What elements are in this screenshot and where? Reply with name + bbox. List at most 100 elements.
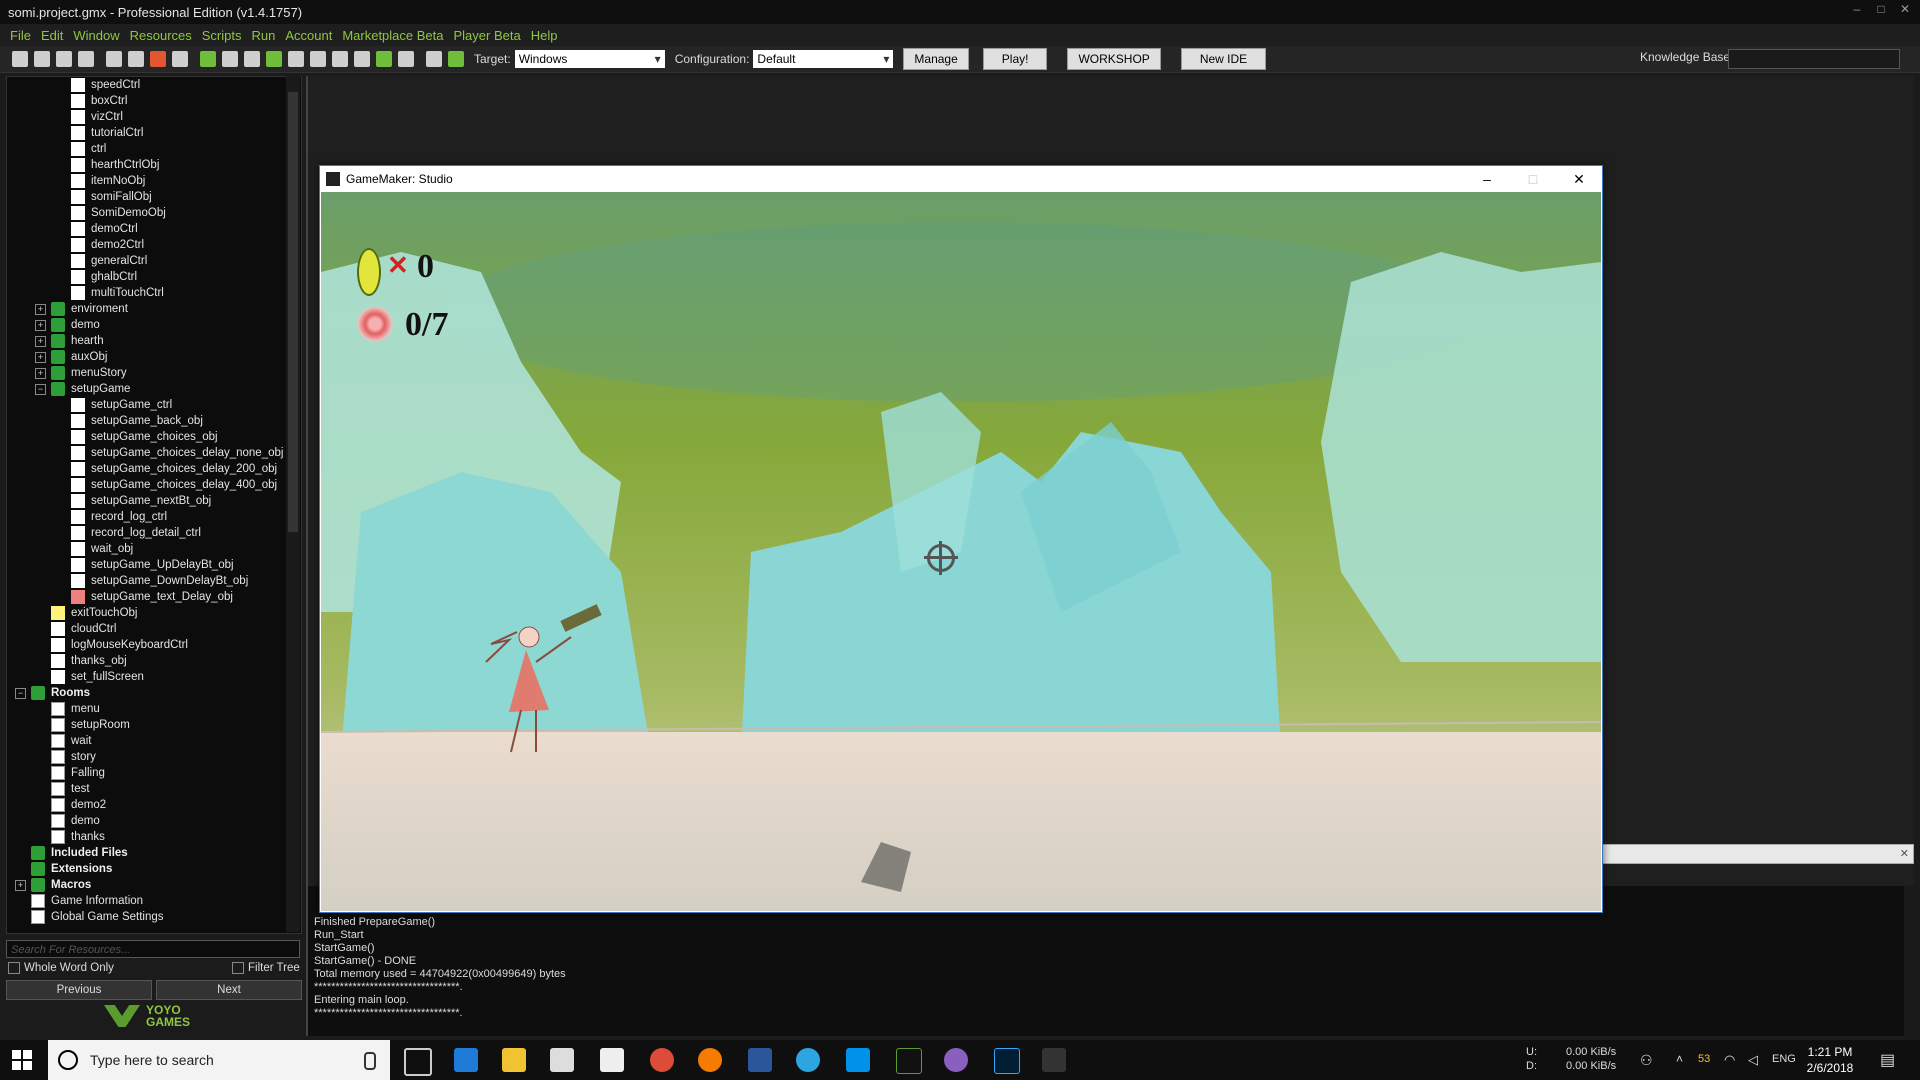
close-icon[interactable]: ✕ [1556,166,1602,192]
settings-icon[interactable] [426,51,442,67]
close-icon[interactable]: ✕ [1896,2,1914,16]
gamemaker-icon[interactable] [896,1048,922,1074]
menu-help[interactable]: Help [531,28,558,43]
scrollbar-thumb[interactable] [288,92,298,532]
room-icon[interactable] [398,51,414,67]
help-icon[interactable] [448,51,464,67]
tree-item[interactable]: ctrl [71,141,106,157]
next-button[interactable]: Next [156,980,302,1000]
menu-resources[interactable]: Resources [130,28,192,43]
maximize-icon[interactable]: □ [1872,2,1890,16]
tree-item-room[interactable]: demo [51,813,100,829]
game-window-title-bar[interactable]: GameMaker: Studio – □ ✕ [320,166,1602,192]
windows-start-icon[interactable] [12,1050,34,1070]
tree-folder-macros[interactable]: Macros [31,877,91,893]
checkbox-icon[interactable] [232,962,244,974]
tree-item[interactable]: multiTouchCtrl [71,285,164,301]
tree-item[interactable]: record_log_detail_ctrl [71,525,201,541]
tree-item[interactable]: cloudCtrl [51,621,116,637]
export-icon[interactable] [78,51,94,67]
tree-item[interactable]: wait_obj [71,541,133,557]
font-icon[interactable] [332,51,348,67]
tree-folder[interactable]: demo [51,317,100,333]
tree-item[interactable]: record_log_ctrl [71,509,167,525]
tree-folder-included-files[interactable]: Included Files [31,845,128,861]
minimize-icon[interactable]: – [1848,2,1866,16]
tree-item[interactable]: setupGame_nextBt_obj [71,493,211,509]
workshop-button[interactable]: WORKSHOP [1067,48,1161,70]
tree-item[interactable]: somiFallObj [71,189,152,205]
previous-button[interactable]: Previous [6,980,152,1000]
sprite-icon[interactable] [200,51,216,67]
whole-word-option[interactable]: Whole Word Only [8,962,114,974]
menu-file[interactable]: File [10,28,31,43]
expand-icon[interactable]: + [15,880,26,891]
gamemaker-runner-icon[interactable] [1042,1048,1066,1072]
collapse-icon[interactable]: − [35,384,46,395]
tree-item[interactable]: demo2Ctrl [71,237,144,253]
tree-item[interactable]: setupGame_choices_delay_200_obj [71,461,277,477]
shader-icon[interactable] [310,51,326,67]
menu-run[interactable]: Run [251,28,275,43]
console-scrollbar[interactable] [1904,886,1918,1036]
play-button[interactable]: Play! [982,48,1048,70]
tree-item[interactable]: itemNoObj [71,173,145,189]
taskbar-search[interactable]: Type here to search [48,1040,390,1080]
tree-item[interactable]: setupGame_back_obj [71,413,203,429]
telegram-icon[interactable] [796,1048,820,1072]
clock[interactable]: 1:21 PM 2/6/2018 [1790,1044,1870,1076]
notification-icon[interactable]: ▤ [1880,1050,1895,1070]
manage-button[interactable]: Manage [903,48,969,70]
run-icon[interactable] [106,51,122,67]
tree-item[interactable]: generalCtrl [71,253,147,269]
tree-item[interactable]: ghalbCtrl [71,269,137,285]
open-icon[interactable] [34,51,50,67]
tree-item[interactable]: thanks_obj [51,653,127,669]
expand-icon[interactable]: + [35,320,46,331]
menu-account[interactable]: Account [285,28,332,43]
tree-item-room[interactable]: menu [51,701,100,717]
wifi-icon[interactable]: ◠ [1724,1052,1735,1068]
tree-item-room[interactable]: setupRoom [51,717,130,733]
tree-folder[interactable]: setupGame [51,381,130,397]
tree-folder-rooms[interactable]: Rooms [31,685,90,701]
tree-folder-extensions[interactable]: Extensions [31,861,112,877]
menu-window[interactable]: Window [73,28,119,43]
sound-icon[interactable] [222,51,238,67]
game-canvas[interactable]: ✕ 0 0/7 [321,192,1601,911]
expand-icon[interactable]: + [35,352,46,363]
tree-item-global-settings[interactable]: Global Game Settings [31,909,164,925]
collapse-icon[interactable]: − [15,688,26,699]
tree-item[interactable]: SomiDemoObj [71,205,166,221]
tree-item[interactable]: setupGame_choices_delay_400_obj [71,477,277,493]
people-icon[interactable]: ⚇ [1640,1052,1653,1069]
tree-item[interactable]: boxCtrl [71,93,127,109]
tree-item[interactable]: setupGame_choices_delay_none_obj [71,445,283,461]
minimize-icon[interactable]: – [1464,166,1510,192]
menu-scripts[interactable]: Scripts [202,28,242,43]
timeline-icon[interactable] [354,51,370,67]
new-file-icon[interactable] [12,51,28,67]
tree-item[interactable]: vizCtrl [71,109,123,125]
tree-item[interactable]: setupGame_text_Delay_obj [71,589,233,605]
messenger-icon[interactable] [846,1048,870,1072]
chevron-up-icon[interactable]: ˄ [1676,1052,1683,1066]
checkbox-icon[interactable] [8,962,20,974]
tree-item-room[interactable]: thanks [51,829,105,845]
tree-item[interactable]: setupGame_UpDelayBt_obj [71,557,234,573]
chrome-icon[interactable] [650,1048,674,1072]
save-icon[interactable] [56,51,72,67]
target-select[interactable]: Windows [514,50,665,68]
mail-icon[interactable] [600,1048,624,1072]
tree-item[interactable]: exitTouchObj [51,605,137,621]
file-explorer-icon[interactable] [502,1048,526,1072]
tree-scrollbar[interactable] [286,76,300,932]
new-ide-button[interactable]: New IDE [1180,48,1267,70]
tree-item[interactable]: tutorialCtrl [71,125,143,141]
tree-folder[interactable]: auxObj [51,349,107,365]
tree-item-game-info[interactable]: Game Information [31,893,143,909]
word-icon[interactable] [748,1048,772,1072]
task-view-icon[interactable] [404,1048,432,1076]
configuration-select[interactable]: Default [753,50,894,68]
tree-item-room[interactable]: test [51,781,90,797]
